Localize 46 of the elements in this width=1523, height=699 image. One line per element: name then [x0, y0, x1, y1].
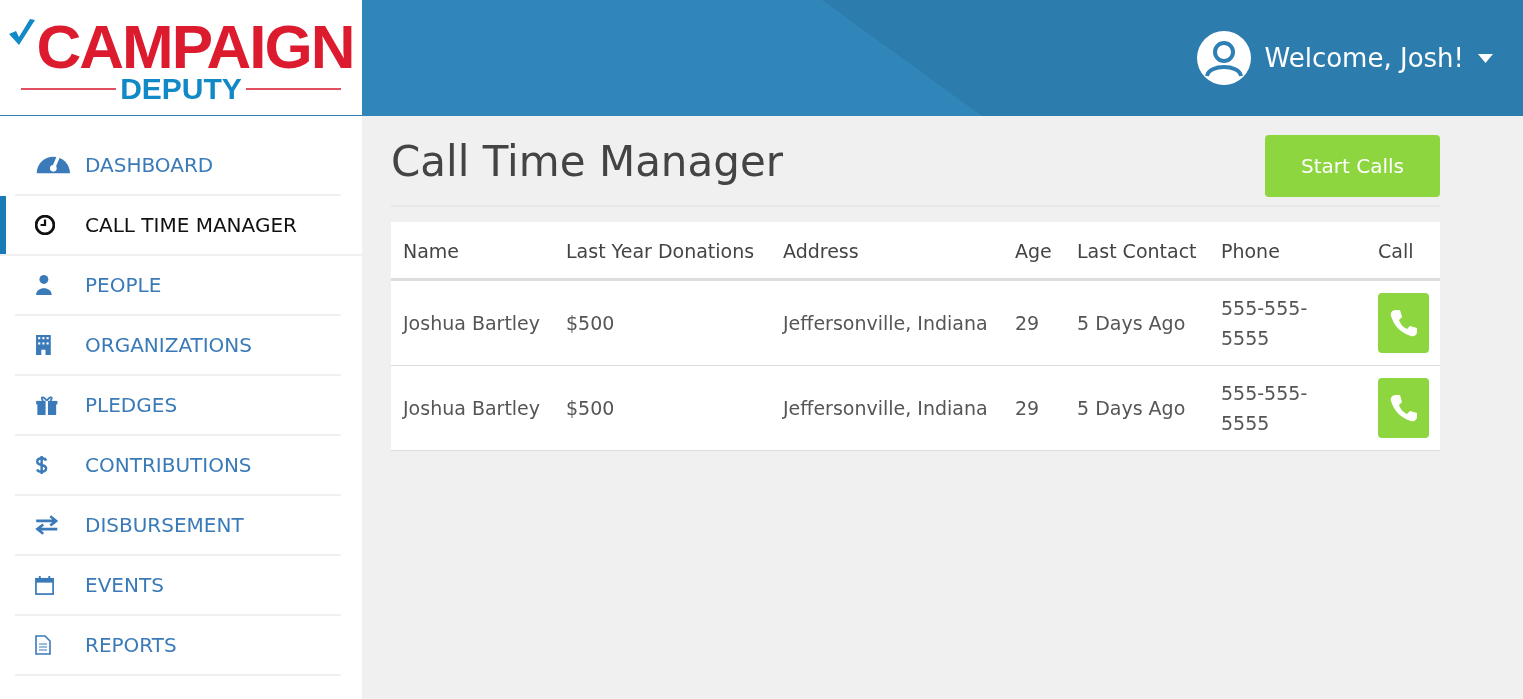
- column-header: Address: [771, 222, 1003, 280]
- table-cell: Jeffersonville, Indiana: [771, 365, 1003, 451]
- column-header: Age: [1003, 222, 1065, 280]
- column-header: Last Contact: [1065, 222, 1209, 280]
- table-cell: $500: [554, 279, 771, 366]
- building-icon: [35, 335, 52, 355]
- table-cell: 29: [1003, 279, 1065, 366]
- table-cell: Joshua Bartley: [391, 365, 554, 451]
- sidebar-item[interactable]: PLEDGES: [15, 376, 341, 436]
- call-button[interactable]: [1378, 293, 1429, 353]
- dollar-icon: [35, 455, 49, 475]
- table-cell: 555-555-5555: [1209, 279, 1366, 366]
- user-menu[interactable]: Welcome, Josh!: [1196, 31, 1493, 85]
- sidebar-item[interactable]: DISBURSEMENT: [15, 496, 341, 556]
- column-header: Phone: [1209, 222, 1366, 280]
- table-cell: 5 Days Ago: [1065, 279, 1209, 366]
- gift-icon: [35, 395, 59, 415]
- logo-text: CAMPAIGN: [36, 18, 354, 75]
- column-header: Last Year Donations: [554, 222, 771, 280]
- calendar-icon: [35, 575, 55, 595]
- table-cell: 5 Days Ago: [1065, 365, 1209, 451]
- table-cell: 555-555-5555: [1209, 365, 1366, 451]
- sidebar-item[interactable]: CALL TIME MANAGER: [0, 196, 362, 256]
- table-cell: Joshua Bartley: [391, 279, 554, 366]
- sidebar-item[interactable]: CONTRIBUTIONS: [15, 436, 341, 496]
- page-title: Call Time Manager: [391, 136, 783, 188]
- table-cell: 29: [1003, 365, 1065, 451]
- table-cell: $500: [554, 365, 771, 451]
- call-button[interactable]: [1378, 378, 1429, 438]
- arrows-icon: [35, 515, 59, 535]
- sidebar-item[interactable]: EVENTS: [15, 556, 341, 616]
- sidebar-item[interactable]: ORGANIZATIONS: [15, 316, 341, 376]
- person-icon: [35, 275, 53, 295]
- logo-subtext: DEPUTY: [120, 74, 242, 103]
- column-header: Name: [391, 222, 554, 280]
- table-cell: Jeffersonville, Indiana: [771, 279, 1003, 366]
- sidebar-item[interactable]: REPORTS: [15, 616, 341, 676]
- sidebar-item[interactable]: PEOPLE: [15, 256, 341, 316]
- checkmark-icon: [8, 18, 35, 45]
- sidebar-item[interactable]: DASHBOARD: [15, 136, 341, 196]
- clock-icon: [35, 215, 55, 235]
- gauge-icon: [35, 155, 72, 175]
- column-header: Call: [1366, 222, 1440, 280]
- avatar-icon: [1196, 31, 1251, 85]
- document-icon: [35, 635, 51, 655]
- caret-icon: [1478, 53, 1493, 63]
